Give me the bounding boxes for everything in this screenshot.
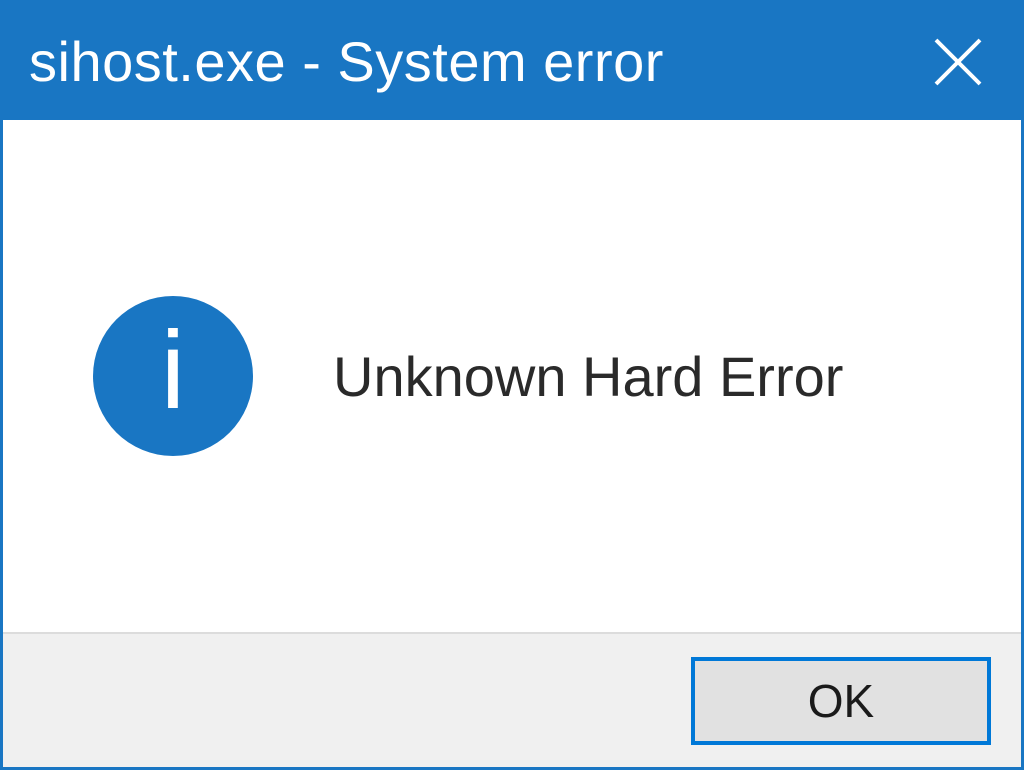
close-icon: [932, 36, 984, 88]
dialog-content: i Unknown Hard Error: [3, 120, 1021, 632]
titlebar: sihost.exe - System error: [3, 3, 1021, 120]
info-icon-glyph: i: [161, 316, 185, 436]
dialog-footer: OK: [3, 632, 1021, 767]
error-dialog: sihost.exe - System error i Unknown Hard…: [0, 0, 1024, 770]
ok-button[interactable]: OK: [691, 657, 991, 745]
error-message: Unknown Hard Error: [333, 344, 843, 409]
info-icon: i: [93, 296, 253, 456]
dialog-title: sihost.exe - System error: [29, 29, 664, 94]
close-button[interactable]: [913, 17, 1003, 107]
